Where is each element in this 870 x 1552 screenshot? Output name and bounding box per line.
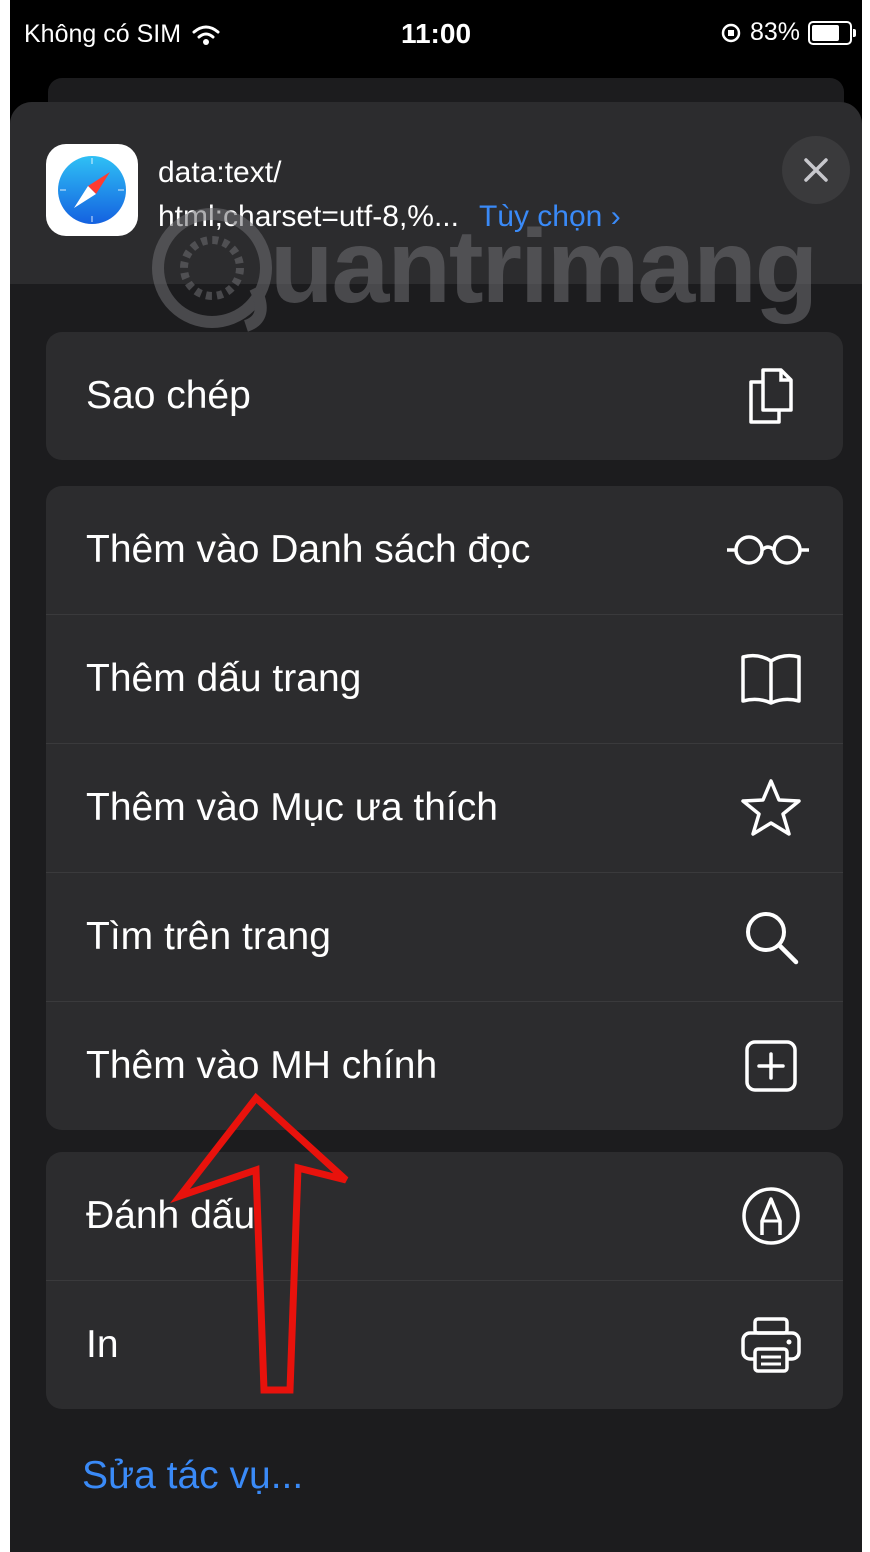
- action-group-copy: Sao chép: [46, 332, 843, 460]
- action-add-to-home-screen[interactable]: Thêm vào MH chính: [46, 1002, 843, 1130]
- action-group-markup: Đánh dấu In: [46, 1152, 843, 1409]
- orientation-lock-icon: [721, 23, 741, 42]
- action-label: Thêm dấu trang: [86, 657, 362, 700]
- close-icon: [804, 158, 828, 182]
- copy-icon: [737, 362, 805, 430]
- action-find-on-page[interactable]: Tìm trên trang: [46, 873, 843, 1002]
- markup-icon: [737, 1182, 805, 1250]
- search-icon: [737, 903, 805, 971]
- action-copy[interactable]: Sao chép: [46, 332, 843, 460]
- edit-actions-link[interactable]: Sửa tác vụ...: [82, 1454, 303, 1498]
- safari-icon: [46, 144, 138, 236]
- status-bar: Không có SIM 11:00 83%: [10, 0, 862, 68]
- book-icon: [737, 645, 805, 713]
- action-add-favorites[interactable]: Thêm vào Mục ưa thích: [46, 744, 843, 873]
- action-markup[interactable]: Đánh dấu: [46, 1152, 843, 1281]
- action-label: Sao chép: [86, 374, 251, 417]
- options-link[interactable]: Tùy chọn ›: [479, 200, 621, 233]
- star-icon: [737, 774, 805, 842]
- page-url-line1: data:text/: [158, 156, 282, 189]
- action-add-bookmark[interactable]: Thêm dấu trang: [46, 615, 843, 744]
- action-add-reading-list[interactable]: Thêm vào Danh sách đọc: [46, 486, 843, 615]
- share-sheet: data:text/ html;charset=utf-8,%... Tùy ch…: [10, 102, 862, 1552]
- add-square-icon: [737, 1032, 805, 1100]
- phone-screen: Không có SIM 11:00 83% data:text/ html;c…: [10, 0, 862, 1552]
- action-label: Đánh dấu: [86, 1194, 256, 1237]
- share-sheet-header: data:text/ html;charset=utf-8,%... Tùy ch…: [10, 102, 862, 284]
- action-label: In: [86, 1323, 119, 1366]
- glasses-icon: [723, 516, 813, 584]
- action-label: Thêm vào Mục ưa thích: [86, 786, 498, 829]
- battery-status: 83%: [720, 18, 856, 47]
- options-label: Tùy chọn: [478, 200, 603, 233]
- action-label: Thêm vào Danh sách đọc: [86, 528, 531, 571]
- chevron-right-icon: ›: [610, 200, 621, 233]
- printer-icon: [737, 1311, 805, 1379]
- action-label: Thêm vào MH chính: [86, 1044, 438, 1087]
- battery-percent: 83%: [749, 18, 800, 46]
- page-url-line2: html;charset=utf-8,%... Tùy chọn ›: [158, 200, 621, 234]
- action-print[interactable]: In: [46, 1281, 843, 1409]
- page-url-text: html;charset=utf-8,%...: [158, 200, 459, 233]
- close-button[interactable]: [782, 136, 850, 204]
- battery-icon: [808, 20, 856, 45]
- action-label: Tìm trên trang: [86, 915, 331, 958]
- action-group-page: Thêm vào Danh sách đọc Thêm dấu trang Th…: [46, 486, 843, 1130]
